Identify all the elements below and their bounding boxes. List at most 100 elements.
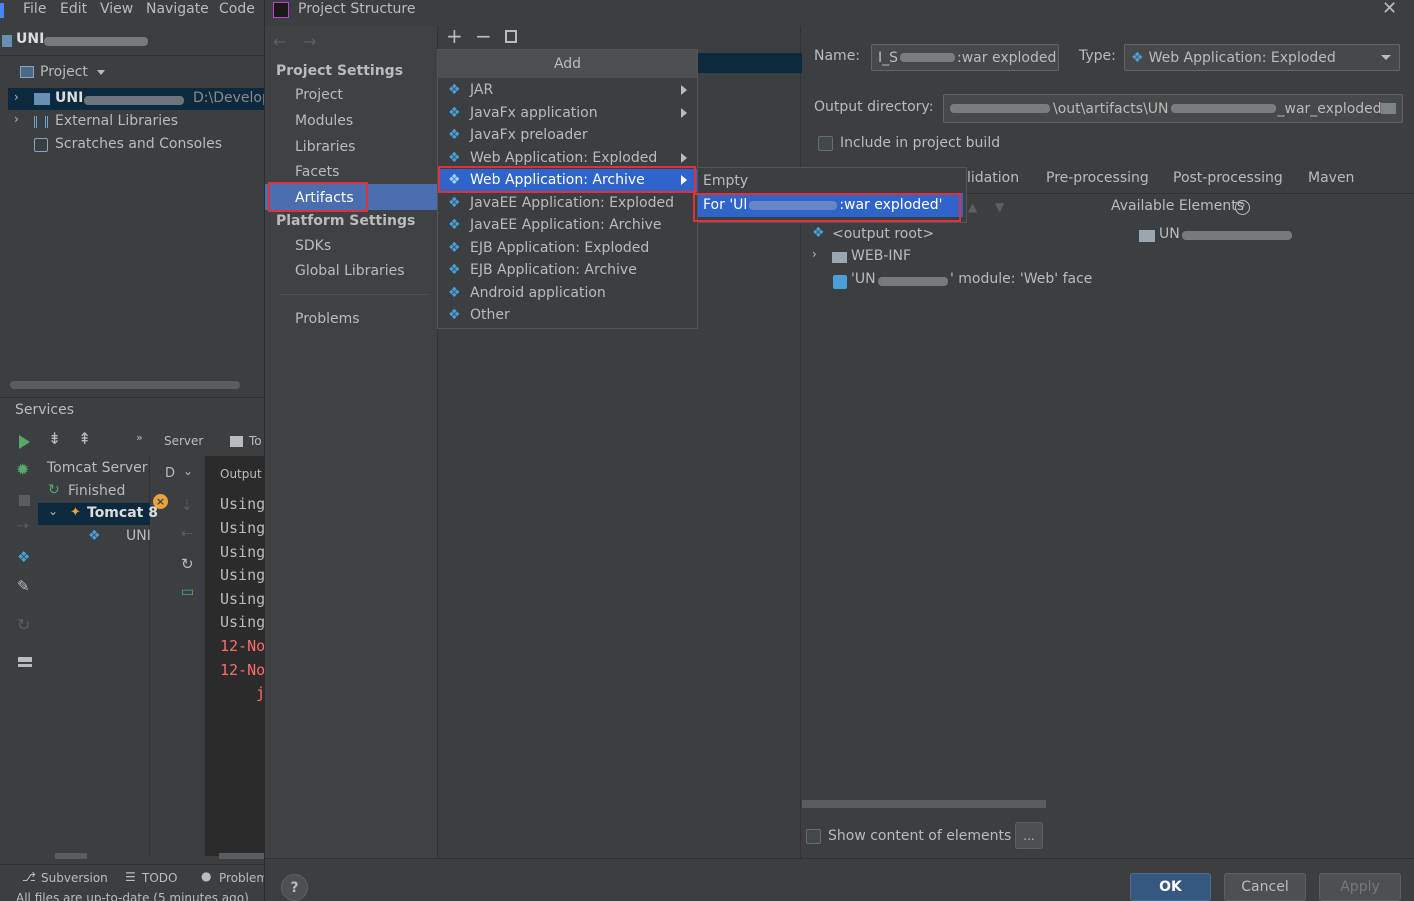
reload-icon[interactable]: ↻ [181,555,194,573]
remove-icon[interactable]: − [475,24,492,48]
wrench-icon[interactable]: ✎ [17,577,30,595]
module-folder-icon [34,93,50,105]
project-view-selector[interactable]: Project [10,62,264,84]
name-field-suffix: :war exploded [957,49,1057,66]
menu-item-javaee-archive[interactable]: ❖ JavaEE Application: Archive [438,214,697,237]
folder-browse-icon[interactable] [1381,103,1396,114]
artifact-node[interactable]: UNI [126,528,151,544]
menu-item-javafx-preloader[interactable]: ❖ JavaFx preloader [438,124,697,147]
forward-arrow-icon[interactable]: → [303,32,316,51]
menu-view[interactable]: View [100,1,133,17]
help-button[interactable]: ? [281,874,308,901]
todo-tab[interactable]: TODO [142,871,177,885]
copy-icon[interactable] [505,30,517,43]
horizontal-scrollbar[interactable] [55,853,87,859]
menu-file[interactable]: File [23,1,46,17]
deploy-icon[interactable]: ⇢ [17,518,29,534]
scratches-icon [34,138,48,152]
menu-item-other[interactable]: ❖ Other [438,304,697,327]
menu-item-jar[interactable]: ❖ JAR [438,79,697,102]
type-select[interactable]: ❖ Web Application: Exploded [1124,44,1400,71]
include-build-checkbox[interactable] [818,136,833,151]
show-content-label: Show content of elements [828,828,1012,844]
chevron-down-icon[interactable]: ⌄ [183,464,193,478]
cancel-button[interactable]: Cancel [1224,873,1306,901]
horizontal-scrollbar[interactable] [802,800,1046,808]
available-elements-label: Available Elements [1111,198,1245,214]
expand-all-icon[interactable]: ⇟ [48,429,61,448]
nav-facets[interactable]: Facets [295,164,339,180]
redacted-text [44,37,148,46]
facet-node-suffix: ' module: 'Web' face [950,271,1093,287]
finished-node[interactable]: Finished [68,483,125,499]
output-dir-field[interactable]: \out\artifacts\UN _war_exploded [943,94,1403,123]
artifact-icon[interactable]: ❖ [17,548,30,566]
menu-edit[interactable]: Edit [60,1,87,17]
help-icon[interactable]: ? [1235,200,1250,215]
submenu-item-empty[interactable]: Empty [698,168,966,193]
debug-icon[interactable]: ✹ [16,460,29,479]
to-tab[interactable]: To [249,434,262,448]
nav-modules[interactable]: Modules [295,113,353,129]
ellipsis-button[interactable]: ... [1015,822,1043,849]
name-field[interactable]: I_S :war exploded [871,44,1059,71]
run-icon[interactable] [19,435,30,449]
menu-code[interactable]: Code [219,1,255,17]
output-root-node[interactable]: <output root> [832,226,934,242]
show-content-checkbox[interactable] [806,829,821,844]
chevron-right-icon: › [14,90,19,104]
nav-artifacts[interactable]: Artifacts [295,190,354,206]
horizontal-scrollbar[interactable] [10,381,240,389]
move-up-icon[interactable]: ▲ [968,200,977,214]
more-icon[interactable]: » [136,431,143,444]
stop-icon[interactable] [19,495,30,506]
facet-icon [833,275,847,289]
nav-project[interactable]: Project [295,87,343,103]
problems-tab[interactable]: Problem [219,871,268,885]
menu-navigate[interactable]: Navigate [146,1,209,17]
back-icon[interactable]: ⇠ [181,526,193,542]
web-inf-node[interactable]: WEB-INF [851,248,911,264]
back-arrow-icon[interactable]: ← [273,32,286,51]
nav-libraries[interactable]: Libraries [295,139,355,155]
output-console[interactable]: Output Using Using Using Using Using Usi… [205,456,266,856]
close-icon[interactable]: ✕ [1382,0,1397,19]
menu-item-javafx-application[interactable]: ❖ JavaFx application [438,102,697,125]
tree-external-libraries[interactable]: External Libraries [55,113,178,129]
tab-pre-processing[interactable]: Pre-processing [1046,170,1149,186]
server-tab[interactable]: Server [164,434,203,448]
output-dir-suffix: _war_exploded [1277,100,1382,117]
project-view-icon [20,66,34,78]
layout-icon[interactable] [18,657,32,667]
tab-validation[interactable]: lidation [967,170,1019,186]
menu-item-ejb-exploded[interactable]: ❖ EJB Application: Exploded [438,237,697,260]
add-icon[interactable]: + [446,24,463,48]
tree-scratches[interactable]: Scratches and Consoles [55,136,222,152]
available-module[interactable]: UN [1159,226,1180,242]
ok-button[interactable]: OK [1130,873,1211,901]
nav-problems[interactable]: Problems [295,311,360,327]
intellij-logo-icon [273,2,289,18]
type-value: Web Application: Exploded [1148,49,1336,66]
subversion-tab[interactable]: Subversion [41,871,108,885]
nav-global-libraries[interactable]: Global Libraries [295,263,405,279]
menu-item-android[interactable]: ❖ Android application [438,282,697,305]
add-popup-title: Add [438,50,697,78]
facet-node-prefix[interactable]: 'UN [851,271,876,287]
apply-button[interactable]: Apply [1319,873,1401,901]
horizontal-scrollbar[interactable] [219,853,264,859]
move-down-icon[interactable]: ▼ [995,200,1004,214]
refresh-icon[interactable]: ↻ [17,615,30,634]
collapse-all-icon[interactable]: ⇞ [78,429,91,448]
step-icon[interactable]: ⇣ [181,498,193,514]
nav-sdks[interactable]: SDKs [295,238,331,254]
menu-item-ejb-archive[interactable]: ❖ EJB Application: Archive [438,259,697,282]
tomcat-server-node[interactable]: Tomcat Server [47,460,148,476]
artifact-row-selected[interactable] [698,53,802,73]
tab-maven[interactable]: Maven [1308,170,1354,186]
tab-post-processing[interactable]: Post-processing [1173,170,1283,186]
menu-item-javaee-exploded[interactable]: ❖ JavaEE Application: Exploded [438,192,697,215]
output-line: Using [220,590,266,608]
update-icon[interactable]: ▭ [181,584,194,600]
project-name: UNI [16,31,45,47]
